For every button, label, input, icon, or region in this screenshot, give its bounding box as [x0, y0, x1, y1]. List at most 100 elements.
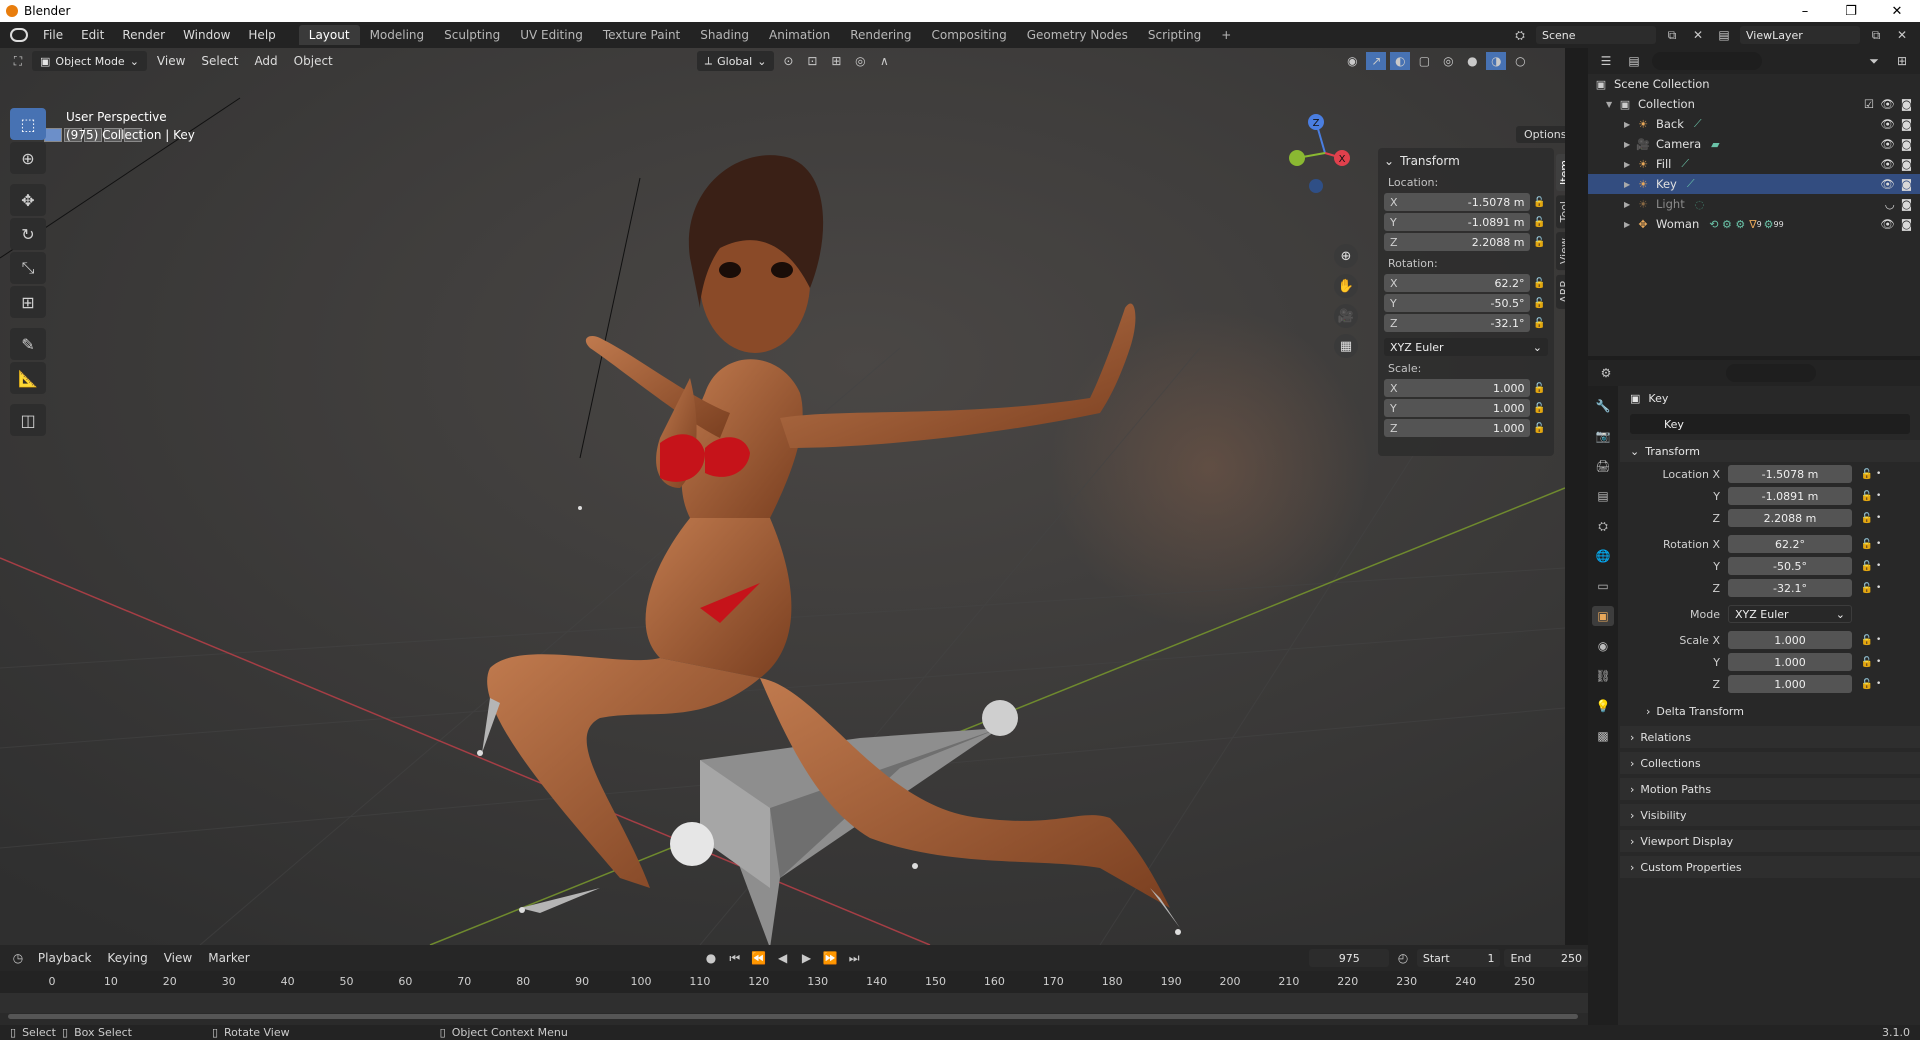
current-frame-field[interactable]: 975 [1309, 949, 1389, 967]
options-dropdown[interactable]: Options [1516, 126, 1565, 143]
tab-texture-paint[interactable]: Texture Paint [593, 25, 690, 45]
tab-sculpting[interactable]: Sculpting [434, 25, 510, 45]
new-view-layer-icon[interactable]: ⧉ [1866, 26, 1886, 44]
keyframe-dot-icon[interactable]: • [1876, 657, 1886, 667]
new-collection-icon[interactable]: ⊞ [1892, 52, 1912, 70]
keyframe-dot-icon[interactable]: • [1876, 561, 1886, 571]
expand-arrow-icon[interactable]: ▶ [1624, 140, 1636, 149]
cursor-tool-icon[interactable]: ⊕ [10, 142, 46, 174]
transform-tool-icon[interactable]: ⊞ [10, 286, 46, 318]
outliner-item-camera[interactable]: ▶ 🎥 Camera ▰ 👁 ◙ [1588, 134, 1920, 154]
new-scene-icon[interactable]: ⧉ [1662, 26, 1682, 44]
scene-tab-icon[interactable]: ⛭ [1592, 516, 1614, 536]
menu-window[interactable]: Window [174, 28, 239, 42]
eye-icon[interactable]: 👁 [1880, 97, 1895, 111]
menu-select[interactable]: Select [195, 54, 244, 68]
rotation-z-input[interactable]: -32.1° [1728, 579, 1852, 597]
scale-z-input[interactable]: 1.000 [1728, 675, 1852, 693]
lock-icon[interactable]: 🔓 [1530, 278, 1548, 289]
tab-geometry-nodes[interactable]: Geometry Nodes [1017, 25, 1138, 45]
rotation-y-field[interactable]: Y -50.5° [1384, 294, 1531, 312]
ortho-toggle-icon[interactable]: ▦ [1334, 334, 1358, 358]
outliner-item-back[interactable]: ▶ ☀ Back ⟋ 👁 ◙ [1588, 114, 1920, 134]
lock-icon[interactable]: 🔓 [1530, 237, 1548, 248]
eye-icon[interactable]: 👁 [1880, 117, 1895, 131]
lock-icon[interactable]: 🔓 [1858, 635, 1876, 646]
view-layer-icon[interactable]: ▤ [1714, 26, 1734, 44]
rotation-y-input[interactable]: -50.5° [1728, 557, 1852, 575]
outliner-item-woman[interactable]: ▶ ✥ Woman ⟲ ⚙ ⚙ ∇ 9 ⚙ 99 👁 ◙ [1588, 214, 1920, 234]
play-icon[interactable]: ▶ [797, 949, 817, 967]
object-data-tab-icon[interactable]: 💡 [1592, 696, 1614, 716]
render-camera-icon[interactable]: ◙ [1901, 117, 1912, 131]
scene-field[interactable]: Scene [1536, 26, 1656, 44]
timeline-ruler[interactable]: 0 10 20 30 40 50 60 70 80 90 100 110 120 130 140 150 160… [0, 971, 1588, 993]
marker-menu[interactable]: Marker [202, 951, 255, 965]
keyframe-dot-icon[interactable]: • [1876, 469, 1886, 479]
outliner-scene-collection[interactable]: ▣ Scene Collection [1588, 74, 1920, 94]
location-z-input[interactable]: 2.2088 m [1728, 509, 1852, 527]
location-z-field[interactable]: Z 2.2088 m [1384, 233, 1531, 251]
properties-search-input[interactable] [1726, 364, 1816, 382]
expand-arrow-icon[interactable]: ▶ [1624, 200, 1636, 209]
render-camera-icon[interactable]: ◙ [1901, 197, 1912, 211]
eye-icon[interactable]: 👁 [1880, 177, 1895, 191]
tab-arp[interactable]: ARP [1556, 274, 1565, 309]
lock-icon[interactable]: 🔓 [1858, 657, 1876, 668]
view-layer-field[interactable]: ViewLayer [1740, 26, 1860, 44]
end-frame-field[interactable]: End 250 [1504, 949, 1588, 967]
collections-panel[interactable]: › Collections [1620, 752, 1920, 774]
lock-icon[interactable]: 🔓 [1530, 383, 1548, 394]
constraints-tab-icon[interactable]: ⛓ [1592, 666, 1614, 686]
maximize-button[interactable]: ❐ [1828, 0, 1874, 22]
move-tool-icon[interactable]: ✥ [10, 184, 46, 216]
rotate-tool-icon[interactable]: ↻ [10, 218, 46, 250]
lock-icon[interactable]: 🔓 [1858, 561, 1876, 572]
delete-scene-icon[interactable]: ✕ [1688, 26, 1708, 44]
menu-file[interactable]: File [34, 28, 72, 42]
location-x-input[interactable]: -1.5078 m [1728, 465, 1852, 483]
measure-tool-icon[interactable]: 📐 [10, 362, 46, 394]
scale-y-input[interactable]: 1.000 [1728, 653, 1852, 671]
3d-viewport[interactable]: ⛶ ▣ Object Mode ⌄ View Select Add Object ⟂… [0, 48, 1565, 945]
expand-arrow-icon[interactable]: ▶ [1624, 220, 1636, 229]
properties-editor-type-icon[interactable]: ⚙ [1596, 364, 1616, 382]
tab-uv-editing[interactable]: UV Editing [510, 25, 593, 45]
render-camera-icon[interactable]: ◙ [1901, 137, 1912, 151]
tool-tab-icon[interactable]: 🔧 [1592, 396, 1614, 416]
output-tab-icon[interactable]: 🖨 [1592, 456, 1614, 476]
render-camera-icon[interactable]: ◙ [1901, 97, 1912, 111]
snap-target-icon[interactable]: ⊞ [826, 52, 846, 70]
timeline-scrollbar[interactable] [8, 1014, 1578, 1019]
menu-edit[interactable]: Edit [72, 28, 113, 42]
rotation-x-input[interactable]: 62.2° [1728, 535, 1852, 553]
render-camera-icon[interactable]: ◙ [1901, 177, 1912, 191]
keyframe-dot-icon[interactable]: • [1876, 635, 1886, 645]
pivot-icon[interactable]: ⊙ [778, 52, 798, 70]
lock-icon[interactable]: 🔓 [1530, 197, 1548, 208]
visibility-icon[interactable]: ◉ [1342, 52, 1362, 70]
world-tab-icon[interactable]: 🌐 [1592, 546, 1614, 566]
scene-icon[interactable]: ⛭ [1510, 26, 1530, 44]
jump-key-back-icon[interactable]: ⏪ [749, 949, 769, 967]
overlay-toggle-icon[interactable]: ◐ [1390, 52, 1411, 70]
editor-type-icon[interactable]: ⛶ [8, 52, 28, 70]
wireframe-shading-icon[interactable]: ◎ [1438, 52, 1458, 70]
lock-icon[interactable]: 🔓 [1858, 583, 1876, 594]
rendered-shading-icon[interactable]: ○ [1510, 52, 1530, 70]
start-frame-field[interactable]: Start 1 [1416, 949, 1501, 967]
blender-logo-icon[interactable] [10, 28, 28, 42]
filter-icon[interactable]: ⏷ [1864, 52, 1884, 70]
collection-tab-icon[interactable]: ▭ [1592, 576, 1614, 596]
keyframe-dot-icon[interactable]: • [1876, 513, 1886, 523]
solid-shading-icon[interactable]: ● [1462, 52, 1482, 70]
view-layer-tab-icon[interactable]: ▤ [1592, 486, 1614, 506]
outliner-item-fill[interactable]: ▶ ☀ Fill ⟋ 👁 ◙ [1588, 154, 1920, 174]
menu-render[interactable]: Render [113, 28, 174, 42]
timeline-editor-type-icon[interactable]: ◷ [8, 949, 28, 967]
location-x-field[interactable]: X -1.5078 m [1384, 193, 1531, 211]
material-shading-icon[interactable]: ◑ [1486, 52, 1507, 70]
lock-icon[interactable]: 🔓 [1530, 298, 1548, 309]
visibility-panel[interactable]: › Visibility [1620, 804, 1920, 826]
select-new-icon[interactable] [44, 128, 62, 142]
